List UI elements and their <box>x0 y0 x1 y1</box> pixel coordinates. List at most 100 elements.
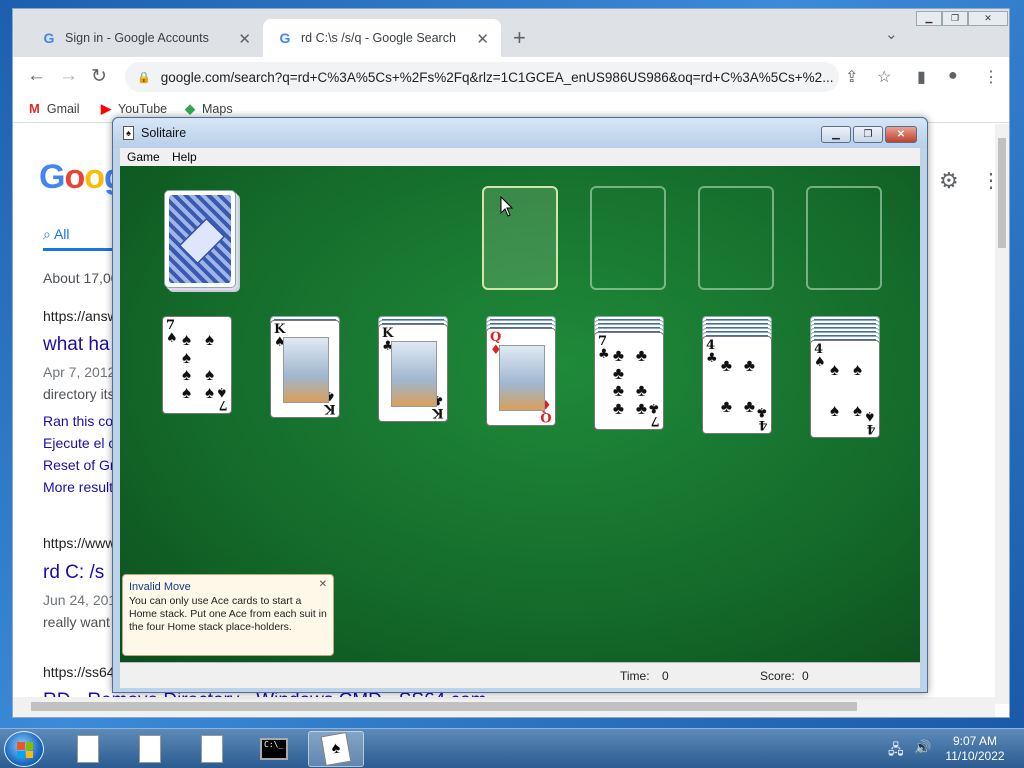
tab-all[interactable]: ⌕ All <box>43 226 70 243</box>
suit-pip: ♠ <box>204 330 215 350</box>
profile-avatar-icon[interactable]: ● <box>948 67 958 85</box>
close-icon[interactable]: ✕ <box>319 578 327 591</box>
forward-arrow-icon[interactable]: → <box>59 65 78 87</box>
document-icon <box>201 735 223 763</box>
foundation-slot-3[interactable] <box>698 186 774 290</box>
scroll-thumb[interactable] <box>31 702 857 711</box>
taskbar-document-1[interactable] <box>122 731 178 767</box>
result-sublink[interactable]: More result <box>43 479 113 495</box>
window-title: Solitaire <box>141 126 187 140</box>
bookmark-star-icon[interactable]: ☆ <box>877 67 891 87</box>
playing-card[interactable]: 4 ♣ 4 ♣ ♣ ♣ ♣ ♣ <box>702 336 772 434</box>
gmail-icon: M <box>29 101 40 116</box>
tab-label: rd C:\s /s/q - Google Search <box>301 31 456 45</box>
status-bar: Time: 0 Score: 0 <box>120 662 920 688</box>
suit-pip: ♠ <box>852 360 863 379</box>
close-icon[interactable]: ✕ <box>476 30 489 48</box>
score-value: 0 <box>802 669 809 683</box>
bookmark-youtube[interactable]: ▶ YouTube <box>101 101 167 117</box>
scroll-thumb[interactable] <box>998 138 1006 248</box>
result-sublink[interactable]: Ejecute el c <box>43 435 115 451</box>
taskbar-document-2[interactable] <box>184 731 240 767</box>
face-card-art <box>499 345 545 411</box>
document-icon <box>139 735 161 763</box>
result-date: Apr 7, 2012 <box>43 364 116 380</box>
menu-game[interactable]: Game <box>127 150 160 164</box>
foundation-slot-1[interactable] <box>482 186 558 290</box>
tooltip-body: You can only use Ace cards to start a Ho… <box>129 595 327 633</box>
solitaire-window: ♠ Solitaire ▁ ❐ ✕ Game Help 7 ♠ 7 ♠ ♠ ♠ ♠ ♠ ♠ ♠… <box>112 117 928 693</box>
title-bar[interactable]: ♠ Solitaire <box>113 118 927 148</box>
gear-icon[interactable]: ⚙ <box>939 168 959 194</box>
menu-help[interactable]: Help <box>172 150 197 164</box>
result-sublink[interactable]: Ran this co <box>43 413 113 429</box>
document-icon <box>77 735 99 763</box>
youtube-icon: ▶ <box>101 101 111 116</box>
suit-pip: ♠ <box>181 347 192 367</box>
face-card-art <box>283 337 329 403</box>
close-window-button[interactable]: ✕ <box>968 11 1008 26</box>
tab-strip: G Sign in - Google Accounts ✕ G rd C:\s … <box>13 9 1009 57</box>
result-url[interactable]: https://ss64 <box>43 664 115 680</box>
maximize-button[interactable]: ❐ <box>942 11 968 26</box>
tab-all-label: All <box>53 226 70 242</box>
time-value: 0 <box>662 669 669 683</box>
taskbar: C:\_ ♠ 🖧 🔊 9:07 AM 11/10/2022 <box>0 728 1024 768</box>
tab-search-chevron-icon[interactable]: ⌄ <box>885 25 898 43</box>
result-url[interactable]: https://www <box>43 535 115 551</box>
result-snippet: really want <box>43 614 110 630</box>
network-icon[interactable]: 🖧 <box>888 739 904 763</box>
system-clock[interactable]: 9:07 AM 11/10/2022 <box>940 734 1010 764</box>
bookmark-gmail[interactable]: M Gmail <box>29 101 80 116</box>
playing-card[interactable]: 4 ♠ 4 ♠ ♠ ♠ ♠ ♠ <box>810 340 880 438</box>
result-title[interactable]: rd C: /s <box>43 562 104 584</box>
foundation-slot-2[interactable] <box>590 186 666 290</box>
close-button[interactable]: ✕ <box>885 126 917 143</box>
taskbar-solitaire[interactable]: ♠ <box>308 731 364 767</box>
result-sublink[interactable]: Reset of Gr <box>43 457 115 473</box>
share-icon[interactable]: ⇪ <box>845 67 858 87</box>
minimize-button[interactable]: ▁ <box>916 11 942 26</box>
tab-sign-in[interactable]: G Sign in - Google Accounts ✕ <box>27 19 263 57</box>
start-button[interactable] <box>4 731 44 767</box>
time-label: Time: <box>620 669 650 683</box>
minimize-button[interactable]: ▁ <box>821 126 851 143</box>
result-title[interactable]: what ha <box>43 334 110 356</box>
result-snippet: directory its <box>43 386 115 402</box>
reload-icon[interactable]: ↻ <box>91 65 107 88</box>
new-tab-button[interactable]: + <box>513 25 526 51</box>
search-icon: ⌕ <box>43 226 51 242</box>
suit-pip: ♣ <box>612 381 625 401</box>
clock-time: 9:07 AM <box>952 734 998 748</box>
suit-pip: ♠ <box>181 365 192 385</box>
side-panel-icon[interactable]: ▮ <box>917 67 926 87</box>
clock-date: 11/10/2022 <box>945 749 1005 763</box>
solitaire-app-icon: ♠ <box>123 126 134 140</box>
vertical-scrollbar[interactable] <box>995 124 1009 704</box>
menu-kebab-icon[interactable]: ⋮ <box>983 67 999 87</box>
playing-card[interactable]: 7 ♠ 7 ♠ ♠ ♠ ♠ ♠ ♠ ♠ ♠ <box>162 316 232 414</box>
tab-google-search[interactable]: G rd C:\s /s/q - Google Search ✕ <box>263 19 501 57</box>
taskbar-command-prompt[interactable]: C:\_ <box>246 731 302 767</box>
suit-pip: ♠ <box>829 360 840 379</box>
playing-card[interactable]: K ♣ K ♣ <box>378 324 448 422</box>
face-card-art <box>391 341 437 407</box>
close-icon[interactable]: ✕ <box>238 30 251 48</box>
apps-kebab-icon[interactable]: ⋮ <box>981 168 993 193</box>
playing-card[interactable]: Q ♦ Q ♦ <box>486 328 556 426</box>
horizontal-scrollbar[interactable] <box>13 697 995 717</box>
foundation-slot-4[interactable] <box>806 186 882 290</box>
taskbar-file-explorer[interactable] <box>60 731 116 767</box>
maps-icon: ◆ <box>185 101 195 116</box>
bookmark-label: Maps <box>202 102 233 116</box>
suit-pip: ♠ <box>852 401 863 420</box>
playing-card[interactable]: K ♠ K ♠ <box>270 320 340 418</box>
stock-pile[interactable] <box>164 190 236 288</box>
volume-icon[interactable]: 🔊 <box>914 739 931 756</box>
bookmark-maps[interactable]: ◆ Maps <box>185 101 233 117</box>
playing-card[interactable]: 7 ♣ 7 ♣ ♣ ♣ ♣ ♣ ♣ ♣ ♣ <box>594 332 664 430</box>
address-bar[interactable]: 🔒 google.com/search?q=rd+C%3A%5Cs+%2Fs%2… <box>125 62 839 92</box>
result-url[interactable]: https://answ <box>43 308 118 324</box>
maximize-button[interactable]: ❐ <box>853 126 883 143</box>
back-arrow-icon[interactable]: ← <box>27 65 46 87</box>
